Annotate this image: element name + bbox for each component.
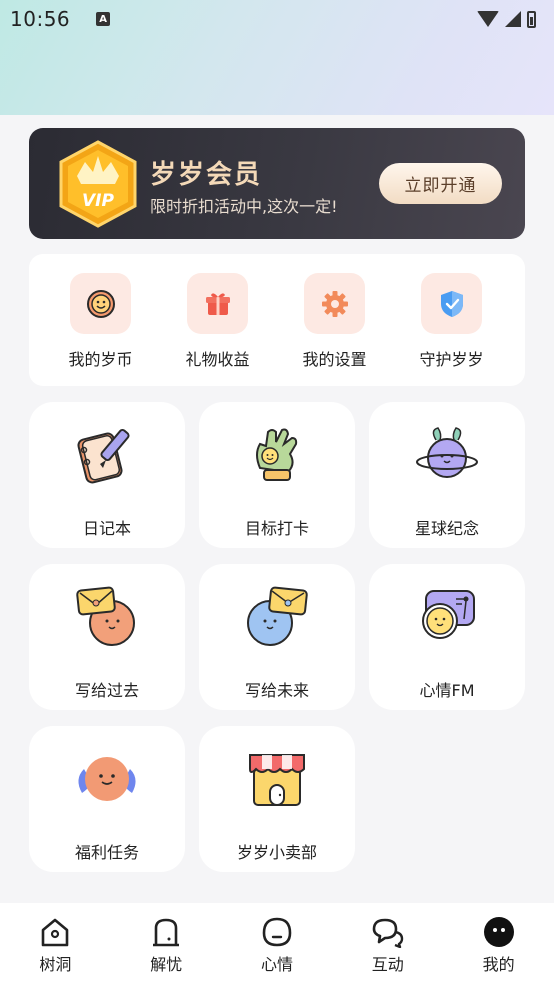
tile-label: 岁岁小卖部 [236, 843, 317, 862]
quick-label: 我的设置 [302, 350, 367, 369]
quick-item-gifts[interactable]: 礼物收益 [159, 254, 276, 386]
nav-tree-hole[interactable]: 树洞 [0, 903, 111, 985]
tile-label: 心情FM [419, 681, 475, 700]
letter-orange-face-icon [72, 582, 142, 652]
tile-planet[interactable]: 星球纪念 [369, 402, 525, 548]
winged-face-icon [72, 744, 142, 814]
nav-relief[interactable]: 解忧 [111, 903, 222, 985]
gear-icon [304, 273, 365, 334]
tile-mood-fm[interactable]: 心情FM [369, 564, 525, 710]
battery-icon [527, 10, 536, 28]
tile-goal-checkin[interactable]: 目标打卡 [199, 402, 355, 548]
quick-label: 礼物收益 [185, 350, 250, 369]
profile-face-icon [482, 915, 516, 949]
status-time: 10:56 [10, 7, 71, 31]
status-bar: 10:56 A [0, 0, 554, 38]
tree-hole-icon [38, 915, 72, 949]
vip-crown-badge-icon: VIP [59, 140, 137, 228]
vip-open-button[interactable]: 立即开通 [379, 163, 502, 204]
tile-label: 日记本 [82, 519, 131, 538]
smiley-coin-icon [70, 273, 131, 334]
nav-interact[interactable]: 互动 [332, 903, 443, 985]
status-indicators [477, 10, 544, 28]
quick-actions-card: 我的岁币 礼物收益 我的设置 守护岁岁 [29, 254, 525, 386]
mood-face-icon [260, 915, 294, 949]
tile-label: 写给过去 [74, 681, 139, 700]
tile-label: 星球纪念 [414, 519, 479, 538]
chat-bubbles-icon [371, 915, 405, 949]
tile-write-future[interactable]: 写给未来 [199, 564, 355, 710]
tile-write-past[interactable]: 写给过去 [29, 564, 185, 710]
tile-welfare-tasks[interactable]: 福利任务 [29, 726, 185, 872]
quick-item-guard[interactable]: 守护岁岁 [393, 254, 510, 386]
glove-thumbs-up-icon [242, 420, 312, 490]
nav-label: 解忧 [150, 955, 183, 974]
tile-diary[interactable]: 日记本 [29, 402, 185, 548]
letter-blue-face-icon [242, 582, 312, 652]
vip-subtitle: 限时折扣活动中,这次一定! [150, 197, 338, 216]
shield-icon [421, 273, 482, 334]
tile-label: 目标打卡 [244, 519, 309, 538]
vip-badge-text: VIP [82, 191, 114, 211]
quick-item-coins[interactable]: 我的岁币 [42, 254, 159, 386]
nav-label: 我的 [482, 955, 515, 974]
gift-icon [187, 273, 248, 334]
quick-label: 我的岁币 [68, 350, 133, 369]
shop-icon [242, 744, 312, 814]
bottom-nav: 树洞 解忧 心情 互动 我的 [0, 903, 554, 985]
notebook-pencil-icon [72, 420, 142, 490]
tile-label: 写给未来 [244, 681, 309, 700]
radio-face-icon [412, 582, 482, 652]
quick-label: 守护岁岁 [419, 350, 484, 369]
signal-icon [505, 11, 521, 27]
tile-label: 福利任务 [74, 843, 139, 862]
notification-icon: A [96, 12, 111, 26]
vip-banner[interactable]: VIP 岁岁会员 限时折扣活动中,这次一定! 立即开通 [29, 128, 525, 239]
planet-icon [412, 420, 482, 490]
nav-label: 互动 [371, 955, 404, 974]
door-icon [149, 915, 183, 949]
tile-shop[interactable]: 岁岁小卖部 [199, 726, 355, 872]
nav-mine[interactable]: 我的 [443, 903, 554, 985]
nav-mood[interactable]: 心情 [222, 903, 333, 985]
wifi-icon [477, 11, 499, 27]
vip-title: 岁岁会员 [150, 160, 263, 190]
nav-label: 树洞 [39, 955, 72, 974]
nav-label: 心情 [260, 955, 293, 974]
quick-item-settings[interactable]: 我的设置 [276, 254, 393, 386]
